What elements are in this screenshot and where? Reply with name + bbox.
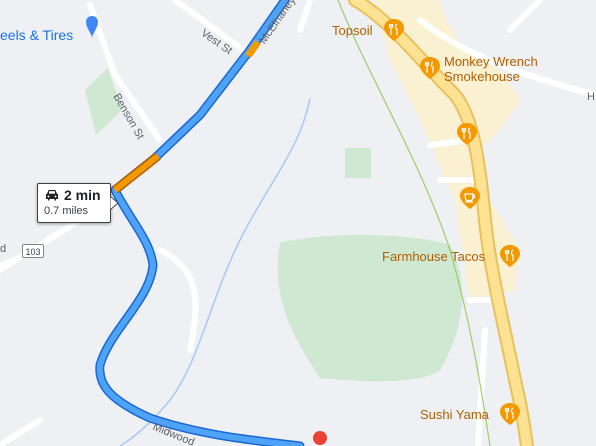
poi-label-monkey-wrench[interactable]: Monkey Wrench	[444, 55, 538, 68]
restaurant-icon[interactable]	[455, 122, 479, 146]
car-icon	[46, 190, 58, 201]
route-shield: 103	[22, 244, 44, 258]
poi-label-farmhouse-tacos[interactable]: Farmhouse Tacos	[382, 250, 485, 263]
map-canvas[interactable]: eels & Tires Vest St McElhaney Benson St…	[0, 0, 596, 446]
poi-label-topsoil[interactable]: Topsoil	[332, 24, 372, 37]
street-label-left-edge: d	[0, 243, 7, 255]
route-time: 2 min	[64, 187, 101, 203]
restaurant-icon[interactable]	[498, 244, 522, 268]
route-line-outline	[95, 0, 305, 446]
poi-label-smokehouse[interactable]: Smokehouse	[444, 70, 520, 83]
poi-label-sushi-yama[interactable]: Sushi Yama	[420, 408, 489, 421]
destination-marker	[313, 431, 327, 445]
street-label-right-edge: H	[587, 91, 595, 103]
route-distance: 0.7 miles	[44, 205, 89, 217]
business-label[interactable]: eels & Tires	[0, 28, 73, 42]
route-box-pointer	[110, 196, 119, 210]
small-green-block	[345, 148, 371, 178]
shopping-pin-icon	[86, 16, 98, 38]
restaurant-icon[interactable]	[418, 56, 442, 80]
restaurant-icon[interactable]	[382, 18, 406, 42]
route-info-box[interactable]: 2 min 0.7 miles	[37, 183, 111, 223]
restaurant-icon[interactable]	[498, 402, 522, 426]
cafe-icon[interactable]	[458, 186, 482, 210]
